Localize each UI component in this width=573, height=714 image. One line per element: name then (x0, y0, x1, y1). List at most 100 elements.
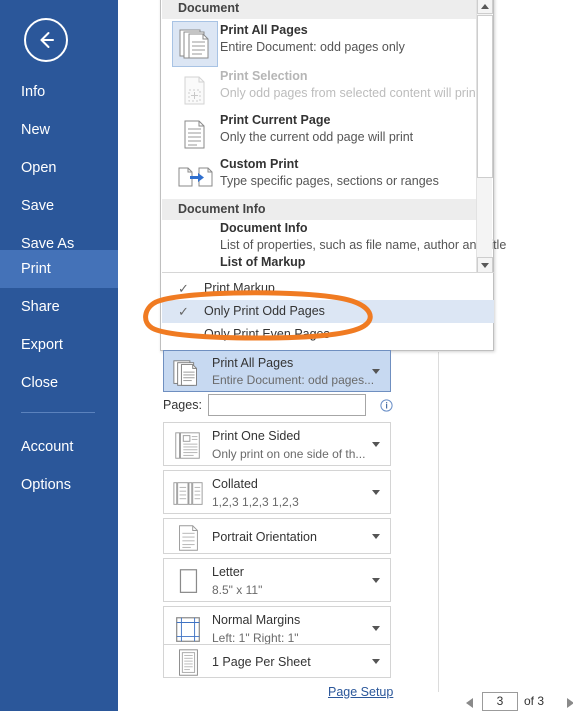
sidebar-item-close[interactable]: Close (0, 364, 118, 402)
sidebar-item-share[interactable]: Share (0, 288, 118, 326)
setting-title: Letter (212, 565, 244, 579)
menu-item-custom-print[interactable]: Custom Print Type specific pages, sectio… (162, 153, 477, 199)
menu-item-title: Print Selection (220, 69, 308, 83)
chevron-down-icon[interactable] (372, 659, 380, 664)
sidebar-item-label: New (21, 122, 51, 138)
sidebar-item-print[interactable]: Print (0, 250, 118, 288)
menu-item-subtitle: Only the current odd page will print (220, 130, 414, 144)
menu-item-label: Only Print Even Pages (204, 327, 330, 341)
sidebar-item-label: Open (21, 160, 57, 176)
sidebar-item-save[interactable]: Save (0, 187, 118, 225)
menu-item-list-of-markup[interactable]: List of Markup (162, 255, 477, 273)
collated-icon (172, 477, 204, 511)
chevron-down-icon[interactable] (372, 578, 380, 583)
chevron-down-icon[interactable] (372, 490, 380, 495)
pages-per-sheet-icon (172, 647, 204, 681)
print-selection-icon (176, 71, 214, 109)
setting-subtitle: Entire Document: odd pages... (212, 373, 375, 387)
setting-title: Normal Margins (212, 613, 301, 627)
sidebar-item-new[interactable]: New (0, 111, 118, 149)
sidebar-item-open[interactable]: Open (0, 149, 118, 187)
sidebar-item-label: Options (21, 477, 71, 493)
pane-divider (438, 352, 439, 692)
menu-item-title: Document Info (220, 221, 308, 235)
menu-item-print-markup[interactable]: ✓ Print Markup (162, 277, 494, 300)
group-header-label: Document (178, 1, 240, 15)
print-all-pages-icon (172, 357, 204, 391)
menu-item-subtitle: List of properties, such as file name, a… (220, 238, 507, 252)
menu-item-print-current-page[interactable]: Print Current Page Only the current odd … (162, 109, 477, 155)
menu-item-subtitle: Only odd pages from selected content wil… (220, 86, 480, 100)
group-header-document-info: Document Info (162, 199, 477, 220)
chevron-down-icon[interactable] (372, 626, 380, 631)
sidebar-item-label: Info (21, 84, 46, 100)
margins-icon (172, 613, 204, 647)
chevron-down-icon[interactable] (372, 534, 380, 539)
collation-setting[interactable]: Collated 1,2,3 1,2,3 1,2,3 (163, 470, 391, 514)
scrollbar-thumb[interactable] (477, 15, 493, 178)
sidebar-item-label: Export (21, 337, 63, 353)
pages-label: Pages: (163, 398, 202, 412)
setting-title: Collated (212, 477, 258, 491)
sidebar-item-account[interactable]: Account (0, 428, 118, 466)
sidebar-item-export[interactable]: Export (0, 326, 118, 364)
chevron-down-icon[interactable] (372, 442, 380, 447)
print-range-dropdown-menu: Document Print All Pages Entire Document… (160, 0, 506, 351)
group-header-label: Document Info (178, 202, 266, 216)
one-sided-icon (172, 429, 204, 463)
portrait-icon (172, 522, 204, 556)
orientation-setting[interactable]: Portrait Orientation (163, 518, 391, 554)
menu-item-print-selection: Print Selection Only odd pages from sele… (162, 65, 480, 111)
sidebar-item-label: Save (21, 198, 55, 214)
scroll-down-arrow-icon[interactable] (477, 257, 493, 273)
menu-item-title: List of Markup (220, 255, 306, 269)
back-arrow-icon[interactable] (24, 18, 68, 62)
checkmark-icon: ✓ (178, 304, 189, 319)
page-setup-link[interactable]: Page Setup (328, 685, 393, 699)
group-header-document: Document (162, 0, 477, 19)
print-all-pages-icon (176, 25, 214, 63)
setting-title: Print All Pages (212, 356, 294, 370)
menu-item-print-all-pages[interactable]: Print All Pages Entire Document: odd pag… (162, 19, 477, 69)
custom-print-icon (176, 159, 214, 197)
pages-input[interactable] (208, 394, 366, 416)
paper-size-icon (172, 565, 204, 599)
info-icon[interactable] (380, 399, 393, 412)
scroll-up-arrow-icon[interactable] (477, 0, 493, 14)
setting-title: 1 Page Per Sheet (212, 655, 311, 669)
pages-per-sheet-setting[interactable]: 1 Page Per Sheet (163, 644, 391, 678)
next-page-arrow-icon[interactable] (567, 698, 573, 708)
menu-item-only-print-odd-pages[interactable]: ✓ Only Print Odd Pages (162, 300, 494, 323)
print-current-page-icon (176, 115, 214, 153)
setting-subtitle: 8.5" x 11" (212, 583, 263, 597)
menu-item-title: Custom Print (220, 157, 299, 171)
total-pages-label: of 3 (524, 694, 545, 708)
menu-separator (162, 272, 494, 273)
menu-item-subtitle: Entire Document: odd pages only (220, 40, 405, 54)
sidebar-item-info[interactable]: Info (0, 73, 118, 111)
print-range-setting[interactable]: Print All Pages Entire Document: odd pag… (163, 350, 391, 392)
menu-item-label: Only Print Odd Pages (204, 304, 325, 318)
paper-size-setting[interactable]: Letter 8.5" x 11" (163, 558, 391, 602)
prev-page-arrow-icon[interactable] (466, 698, 473, 708)
sidebar-item-label: Account (21, 439, 74, 455)
setting-subtitle: 1,2,3 1,2,3 1,2,3 (212, 495, 299, 509)
chevron-down-icon[interactable] (372, 369, 380, 374)
dropdown-scrollbar[interactable] (476, 0, 493, 273)
setting-title: Portrait Orientation (212, 530, 317, 544)
sidebar-item-options[interactable]: Options (0, 466, 118, 504)
sidebar-item-label: Close (21, 375, 59, 391)
backstage-sidebar: Info New Open Save Save As Print Share E… (0, 0, 118, 711)
menu-item-title: Print Current Page (220, 113, 331, 127)
menu-item-label: Print Markup (204, 281, 275, 295)
menu-item-title: Print All Pages (220, 23, 308, 37)
sidebar-item-label: Print (21, 261, 51, 277)
checkmark-icon: ✓ (178, 281, 189, 296)
menu-item-only-print-even-pages[interactable]: Only Print Even Pages (162, 323, 494, 346)
print-sides-setting[interactable]: Print One Sided Only print on one side o… (163, 422, 391, 466)
current-page-input[interactable]: 3 (482, 692, 518, 711)
menu-item-subtitle: Type specific pages, sections or ranges (220, 174, 439, 188)
setting-subtitle: Only print on one side of th... (212, 447, 366, 461)
sidebar-item-label: Share (21, 299, 60, 315)
sidebar-divider (21, 412, 95, 413)
